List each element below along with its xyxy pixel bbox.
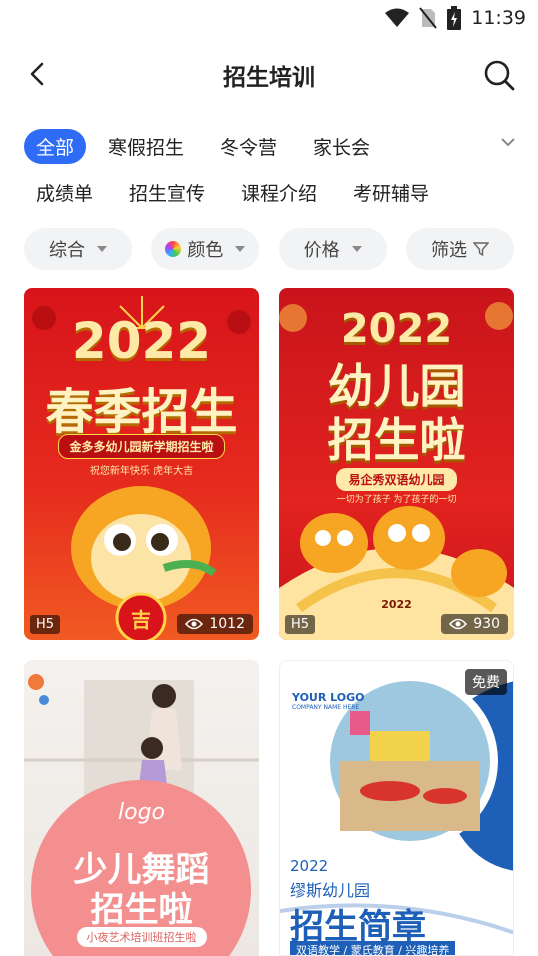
poster-band: 双语教学 / 蒙氏教育 / 兴趣培养 <box>290 941 456 955</box>
poster-line: 祝您新年快乐 虎年大吉 <box>89 466 194 477</box>
category-tabs: 全部 寒假招生 冬令营 家长会 成绩单 招生宣传 课程介绍 考研辅导 <box>24 126 524 218</box>
price-filter-label: 价格 <box>303 240 340 261</box>
price-filter-button[interactable]: 价格 <box>278 228 387 270</box>
view-count: 1012 <box>177 614 253 634</box>
chevron-down-icon[interactable] <box>498 134 518 150</box>
sort-filter-label: 综合 <box>49 240 85 261</box>
wifi-icon <box>385 8 410 27</box>
category-winter-camp[interactable]: 冬令营 <box>220 133 277 160</box>
search-icon[interactable] <box>482 58 516 92</box>
nav-bar: 招生培训 <box>0 48 538 102</box>
template-card-kindergarten-enroll[interactable]: 2022 幼儿园 招生啦 易企秀双语幼儿园 一切为了孩子 为了孩子的一切 202… <box>279 288 514 640</box>
eye-icon <box>449 618 468 630</box>
sort-filter-button[interactable]: 综合 <box>24 228 132 270</box>
page-title: 招生培训 <box>223 65 315 91</box>
poster-subtitle-text: 小夜艺术培训班招生啦 <box>76 927 207 947</box>
poster-subtitle: 小夜艺术培训班招生啦 <box>24 926 259 947</box>
eye-icon <box>185 618 204 630</box>
h5-tag: H5 <box>285 615 316 634</box>
filter-bar: 综合 颜色 价格 筛选 <box>24 228 514 270</box>
caret-down-icon <box>235 246 246 252</box>
poster-badge: 吉 <box>131 608 151 632</box>
poster-year: 2022 <box>290 857 329 875</box>
view-count-value: 930 <box>473 616 500 632</box>
poster-year: 2022 <box>71 312 212 370</box>
color-wheel-icon <box>165 241 182 257</box>
poster-subtitle-text: 金多多幼儿园新学期招生啦 <box>58 434 225 459</box>
category-all[interactable]: 全部 <box>24 128 87 164</box>
screen-filter-button[interactable]: 筛选 <box>405 228 514 270</box>
poster-title: 春季招生 <box>45 384 238 440</box>
h5-tag: H5 <box>30 615 61 634</box>
screen-filter-label: 筛选 <box>430 240 467 261</box>
company-logo-subtext: COMPANY NAME HERE <box>292 704 360 711</box>
poster-school: 缪斯幼儿园 <box>290 881 371 900</box>
template-card-spring-enroll[interactable]: 2022 春季招生 金多多幼儿园新学期招生啦 祝您新年快乐 虎年大吉 吉 H5 … <box>24 288 259 640</box>
category-parents-meeting[interactable]: 家长会 <box>313 133 370 160</box>
color-filter-button[interactable]: 颜色 <box>151 228 260 270</box>
template-card-brochure[interactable]: 免费 YOUR LOGO COMPANY NAME HERE 2022 缪斯幼儿… <box>279 660 514 956</box>
poster-line: 一切为了孩子 为了孩子的一切 <box>336 495 457 505</box>
caret-down-icon <box>97 246 107 252</box>
view-count-value: 1012 <box>209 616 245 632</box>
poster-year: 2022 <box>340 306 453 352</box>
category-report-card[interactable]: 成绩单 <box>36 179 93 206</box>
poster-subtitle-text: 易企秀双语幼儿园 <box>336 468 457 491</box>
poster-subtitle: 金多多幼儿园新学期招生啦 <box>24 434 259 459</box>
poster-small-year: 2022 <box>381 598 412 611</box>
company-logo-text: YOUR LOGO <box>292 691 365 704</box>
clock: 11:39 <box>471 7 526 29</box>
status-bar: 11:39 <box>0 0 538 38</box>
category-course-intro[interactable]: 课程介绍 <box>241 179 317 206</box>
category-postgrad-tutoring[interactable]: 考研辅导 <box>353 179 429 206</box>
caret-down-icon <box>351 246 362 252</box>
view-count: 930 <box>441 614 508 634</box>
poster-logo: logo <box>118 800 165 825</box>
category-winter-enroll[interactable]: 寒假招生 <box>108 133 184 160</box>
company-logo: YOUR LOGO COMPANY NAME HERE <box>292 691 365 711</box>
free-badge: 免费 <box>465 669 507 695</box>
funnel-icon <box>472 242 489 257</box>
poster-subtitle: 易企秀双语幼儿园 <box>279 468 514 491</box>
no-sim-icon <box>419 7 438 29</box>
poster-title-line2: 招生啦 <box>90 890 193 930</box>
color-filter-label: 颜色 <box>187 240 224 261</box>
template-card-dance-enroll[interactable]: logo 少儿舞蹈 招生啦 小夜艺术培训班招生啦 <box>24 660 259 956</box>
category-enroll-promo[interactable]: 招生宣传 <box>129 179 205 206</box>
battery-charging-icon <box>447 6 462 30</box>
poster-title-line2: 招生啦 <box>327 413 466 467</box>
